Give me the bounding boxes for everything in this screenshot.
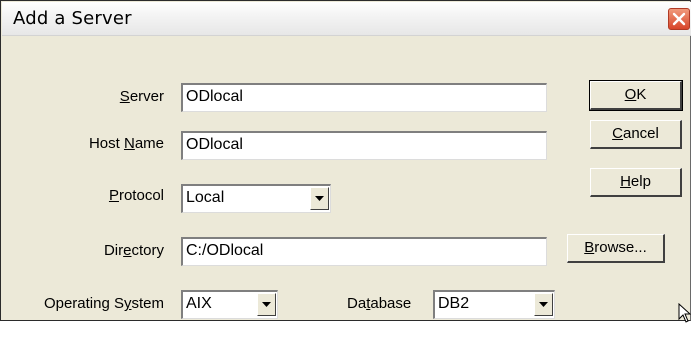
triangle-down-icon [539, 302, 548, 307]
operating-system-label: Operating System [43, 295, 164, 312]
directory-label: Directory [103, 242, 164, 259]
cancel-button[interactable]: Cancel [590, 120, 682, 149]
server-label: Server [119, 88, 164, 105]
database-value: DB2 [438, 295, 470, 312]
database-select[interactable]: DB2 [433, 290, 555, 319]
help-button[interactable]: Help [590, 168, 682, 197]
operating-system-select[interactable]: AIX [181, 290, 278, 319]
add-server-dialog: Add a Server Server ODlocal Host Name OD… [0, 0, 691, 323]
close-icon [672, 12, 686, 26]
host-name-label: Host Name [88, 135, 164, 152]
operating-system-value: AIX [186, 295, 212, 312]
protocol-dropdown-button[interactable] [310, 187, 329, 210]
triangle-down-icon [315, 196, 324, 201]
mouse-pointer-icon [678, 303, 691, 323]
ok-button[interactable]: OK [589, 80, 683, 111]
title-bar[interactable]: Add a Server [2, 2, 691, 36]
database-dropdown-button[interactable] [534, 293, 553, 316]
browse-button[interactable]: Browse... [567, 234, 665, 263]
operating-system-dropdown-button[interactable] [257, 293, 276, 316]
host-name-input[interactable]: ODlocal [181, 131, 547, 160]
triangle-down-icon [262, 302, 271, 307]
server-input[interactable]: ODlocal [181, 83, 547, 112]
protocol-select[interactable]: Local [181, 184, 331, 213]
close-button[interactable] [668, 8, 690, 30]
protocol-label: Protocol [108, 187, 164, 204]
protocol-value: Local [186, 189, 225, 206]
database-label: Database [347, 295, 412, 312]
directory-input[interactable]: C:/ODlocal [181, 237, 547, 266]
dialog-title: Add a Server [13, 8, 132, 29]
